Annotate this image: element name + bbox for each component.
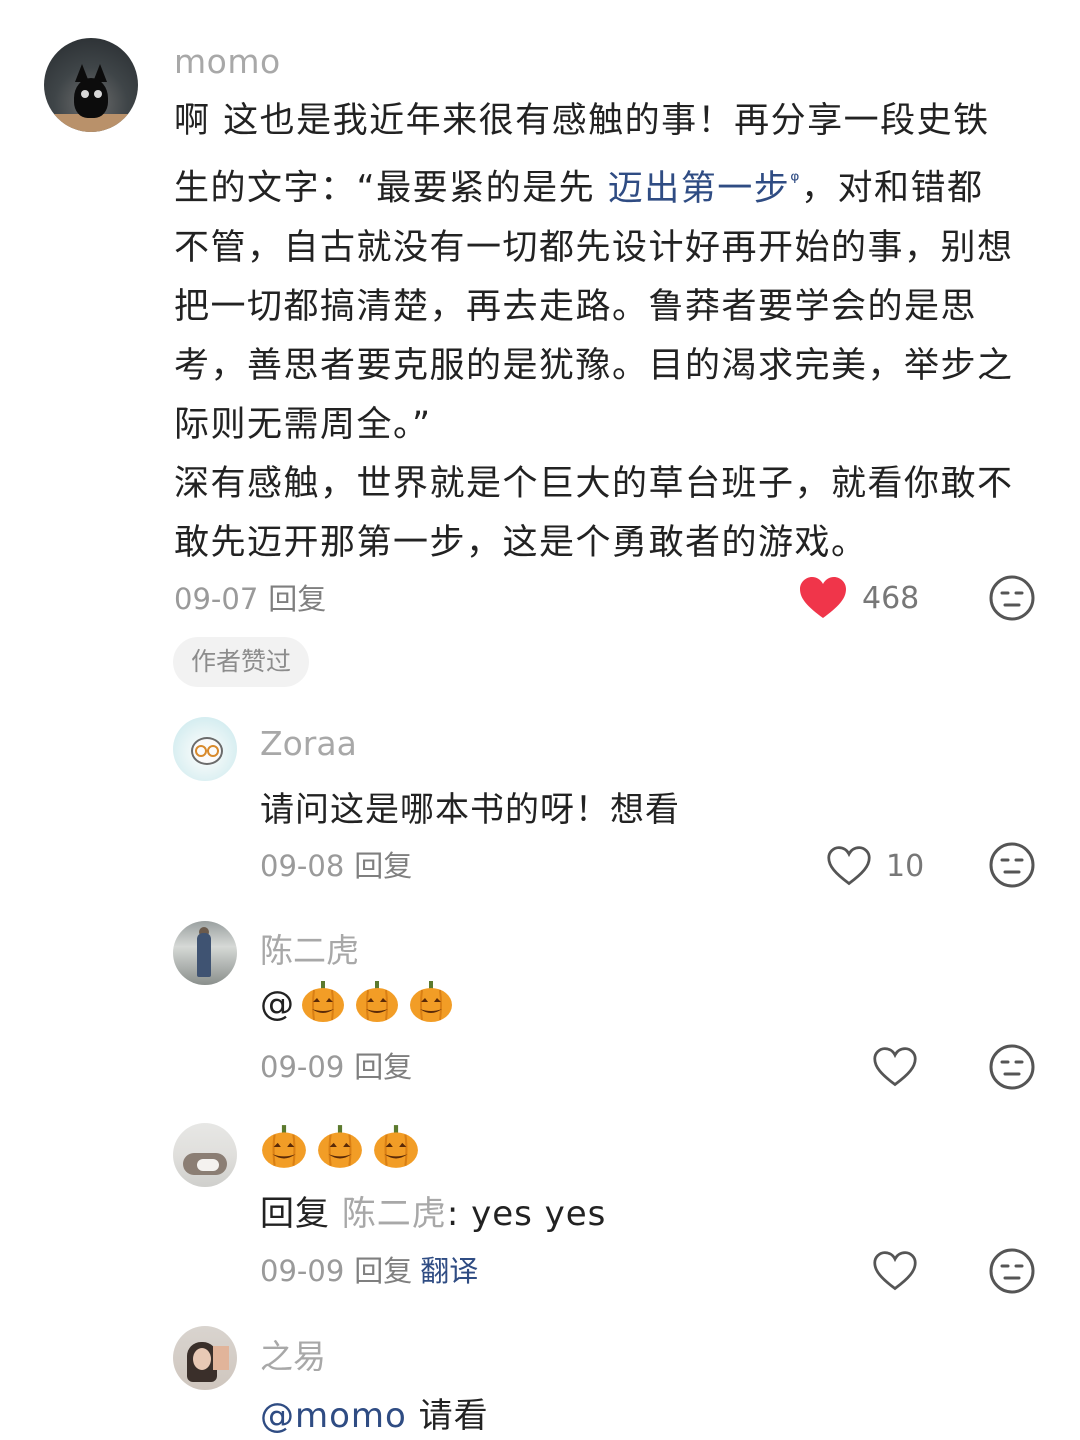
reply-to-username[interactable]: 陈二虎 [342,1194,447,1234]
avatar-momo[interactable] [44,38,138,132]
reply-username[interactable]: Zoraa [260,724,357,763]
like-count: 468 [862,580,920,616]
mention-link[interactable]: @momo [260,1396,407,1436]
like-button[interactable]: 468 [798,576,919,620]
line-suffix: ，对和错都 [800,168,984,209]
reply-text: @momo 请看 [260,1388,489,1437]
reply-button[interactable]: 回复 [268,582,326,616]
comment-thread: momo 啊 这也是我近年来很有感触的事！再分享一段史铁 生的文字：“最要紧的是… [0,0,1080,1440]
pumpkin-emoji [318,1125,362,1168]
avatar-chenerhu[interactable] [173,921,237,985]
avatar-cat-user[interactable] [173,1123,237,1187]
pumpkin-emoji [302,981,344,1022]
topic-link[interactable]: 迈出第一步ᵠ [607,168,801,209]
comment-date: 09-09 [260,1050,345,1084]
heart-icon [873,1251,917,1291]
dislike-face-icon [989,575,1035,621]
avatar-zoraa[interactable] [173,717,237,781]
main-text-line: 生的文字：“最要紧的是先 迈出第一步ᵠ，对和错都 [174,151,1044,219]
dislike-button[interactable] [988,1247,1036,1299]
avatar-book [213,1346,229,1370]
pumpkin-emoji [374,1125,418,1168]
heart-icon [827,846,871,886]
avatar-zhiyi[interactable] [173,1326,237,1390]
main-text-line: 敢先迈开那第一步，这是个勇敢者的游戏。 [174,522,868,563]
emoji-row [260,1124,420,1170]
topic-link-label: 迈出第一步 [607,168,791,209]
main-text-line: 深有感触，世界就是个巨大的草台班子，就看你敢不 [174,463,1014,504]
dislike-face-icon [989,1044,1035,1090]
avatar-cat-eye [81,90,89,98]
avatar-glasses [207,745,219,757]
like-button[interactable] [872,1046,918,1088]
reply-text: 回复 陈二虎: yes yes [260,1186,606,1235]
main-comment-text: 啊 这也是我近年来很有感触的事！再分享一段史铁 生的文字：“最要紧的是先 迈出第… [174,92,1044,573]
reply-username[interactable]: 陈二虎 [260,924,359,972]
avatar-glasses [195,745,207,757]
dislike-button[interactable] [988,841,1036,893]
main-text-line: 啊 这也是我近年来很有感触的事！再分享一段史铁 [174,101,990,141]
main-username[interactable]: momo [174,42,281,81]
main-text-line: 把一切都搞清楚，再去走路。鲁莽者要学会的是思 [174,286,978,327]
reply-meta: 09-09 回复 [260,1044,412,1086]
reply-word: 回复 [260,1194,330,1234]
dislike-button[interactable] [988,574,1036,626]
comment-date: 09-08 [260,849,345,883]
pumpkin-emoji [356,981,398,1022]
reply-button[interactable]: 回复 [354,1050,412,1084]
reply-meta: 09-08 回复 [260,843,412,885]
author-liked-badge: 作者赞过 [173,637,310,687]
line-prefix: 生的文字：“最要紧的是先 [174,168,608,209]
like-count: 10 [886,848,925,884]
reply-username[interactable]: 之易 [260,1330,326,1378]
main-text-line: 不管，自古就没有一切都先设计好再开始的事，别想 [174,227,1014,268]
avatar-cat [74,78,108,118]
reply-text: 请问这是哪本书的呀！想看 [260,790,680,830]
comment-date: 09-07 [174,582,259,616]
reply-body: 请看 [406,1396,489,1436]
search-icon: ᵠ [790,168,801,193]
emoji-row [300,980,454,1024]
pumpkin-emoji [410,981,452,1022]
comment-date: 09-09 [260,1254,345,1288]
pumpkin-emoji [262,1125,306,1168]
main-text-line: 际则无需周全。” [174,404,432,445]
like-button[interactable] [872,1250,918,1292]
like-button[interactable]: 10 [826,845,924,887]
translate-button[interactable]: 翻译 [420,1254,478,1288]
reply-button[interactable]: 回复 [354,1254,412,1288]
reply-meta: 09-09 回复 翻译 [260,1248,478,1290]
avatar-face [193,1348,211,1370]
dislike-button[interactable] [988,1043,1036,1095]
dislike-face-icon [989,1248,1035,1294]
reply-button[interactable]: 回复 [354,849,412,883]
avatar-cat-white [197,1159,219,1171]
heart-icon [800,577,846,618]
avatar-figure [197,933,211,977]
main-text-line: 考，善思者要克服的是犹豫。目的渴求完美，举步之 [174,345,1014,386]
main-comment-meta: 09-07 回复 [174,576,326,618]
dislike-face-icon [989,842,1035,888]
reply-body: : yes yes [446,1194,607,1234]
reply-text-at: @ [260,984,295,1024]
heart-icon [873,1047,917,1087]
avatar-cat-eye [94,90,102,98]
